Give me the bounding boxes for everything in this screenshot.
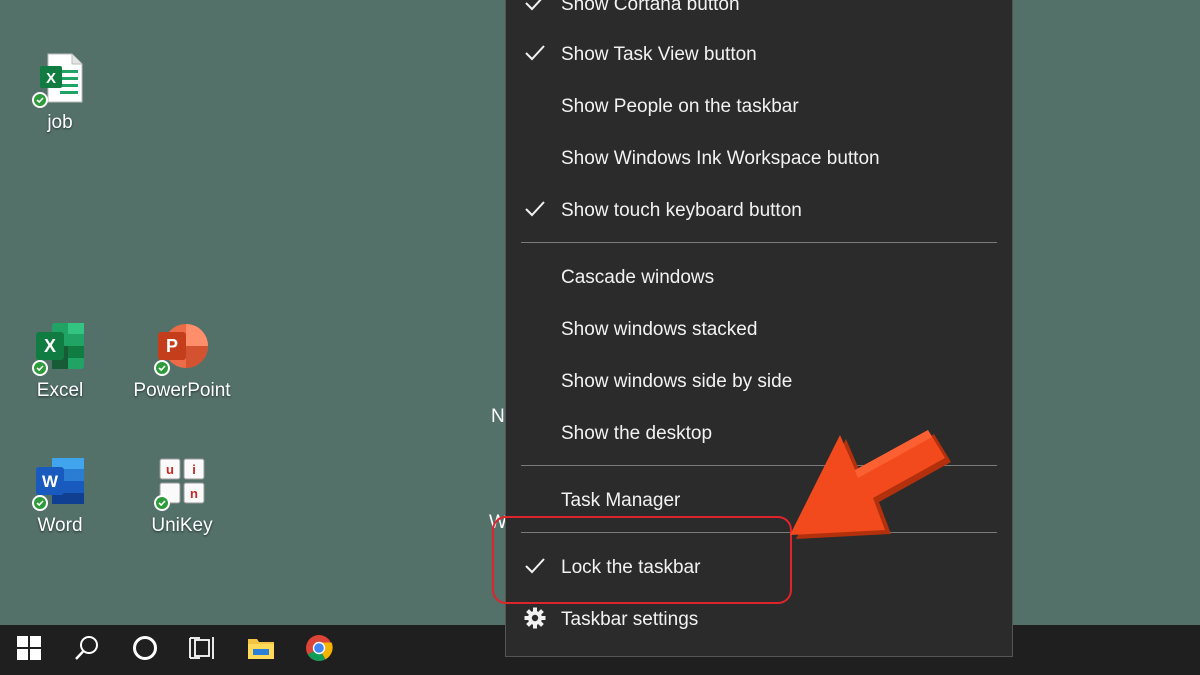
- menu-item-label: Show the desktop: [561, 423, 713, 444]
- menu-item-show-touch-keyboard[interactable]: Show touch keyboard button: [506, 187, 1012, 235]
- menu-item-label: Cascade windows: [561, 267, 715, 288]
- file-explorer-button[interactable]: [232, 625, 290, 675]
- menu-separator: [521, 242, 997, 243]
- desktop-icon-powerpoint[interactable]: P PowerPoint: [127, 320, 237, 402]
- menu-item-label: Taskbar settings: [561, 609, 699, 630]
- menu-item-label: Show People on the taskbar: [561, 96, 799, 117]
- desktop-icon-unikey[interactable]: u i n UniKey: [127, 455, 237, 537]
- menu-item-show-ink-workspace[interactable]: Show Windows Ink Workspace button: [506, 135, 1012, 183]
- svg-text:i: i: [192, 462, 196, 477]
- svg-text:X: X: [46, 70, 56, 87]
- menu-item-label: Show touch keyboard button: [561, 200, 802, 221]
- excel-file-icon: X: [32, 52, 86, 108]
- svg-text:W: W: [42, 472, 59, 491]
- menu-item-show-cortana[interactable]: Show Cortana button: [506, 0, 1012, 29]
- cortana-button[interactable]: [116, 625, 174, 675]
- svg-text:X: X: [44, 336, 56, 356]
- desktop-icon-label: Excel: [36, 380, 84, 401]
- sync-check-icon: [32, 495, 48, 511]
- task-view-button[interactable]: [174, 625, 232, 675]
- desktop-icon-job[interactable]: X job: [5, 52, 115, 134]
- menu-item-label: Show Cortana button: [561, 0, 740, 15]
- gear-icon: [524, 607, 546, 634]
- menu-item-label: Show Windows Ink Workspace button: [561, 148, 880, 169]
- menu-item-label: Show windows stacked: [561, 319, 758, 340]
- menu-item-cascade-windows[interactable]: Cascade windows: [506, 254, 1012, 302]
- file-explorer-icon: [247, 635, 275, 666]
- desktop-icon-word[interactable]: W Word: [5, 455, 115, 537]
- svg-text:u: u: [166, 462, 174, 477]
- cortana-icon: [131, 634, 159, 667]
- svg-text:P: P: [166, 336, 178, 356]
- desktop-icon-label: Word: [37, 515, 83, 536]
- menu-item-label: Task Manager: [561, 490, 681, 511]
- pointer-arrow-icon: [780, 420, 970, 550]
- svg-text:n: n: [190, 486, 198, 501]
- menu-item-show-windows-stacked[interactable]: Show windows stacked: [506, 306, 1012, 354]
- menu-item-show-windows-side-by-side[interactable]: Show windows side by side: [506, 358, 1012, 406]
- highlight-box: [492, 516, 792, 604]
- checkmark-icon: [524, 0, 546, 17]
- desktop-icon-label: job: [47, 112, 73, 133]
- desktop-icon-label: PowerPoint: [133, 380, 231, 401]
- desktop-icon-excel[interactable]: X Excel: [5, 320, 115, 402]
- word-app-icon: W: [32, 455, 86, 511]
- chrome-icon: [305, 634, 333, 667]
- sync-check-icon: [32, 92, 48, 108]
- sync-check-icon: [32, 360, 48, 376]
- task-view-icon: [188, 634, 218, 667]
- search-icon: [73, 634, 101, 667]
- search-button[interactable]: [58, 625, 116, 675]
- sync-check-icon: [154, 360, 170, 376]
- checkmark-icon: [524, 44, 546, 67]
- powerpoint-app-icon: P: [154, 320, 208, 376]
- start-button[interactable]: [0, 625, 58, 675]
- menu-item-show-task-view[interactable]: Show Task View button: [506, 31, 1012, 79]
- menu-item-label: Show windows side by side: [561, 371, 793, 392]
- desktop-icon-label: UniKey: [151, 515, 213, 536]
- windows-start-icon: [17, 635, 41, 665]
- unikey-app-icon: u i n: [154, 455, 208, 511]
- sync-check-icon: [154, 495, 170, 511]
- menu-item-label: Show Task View button: [561, 44, 757, 65]
- hidden-icon-label: N: [491, 406, 505, 427]
- excel-app-icon: X: [32, 320, 86, 376]
- chrome-button[interactable]: [290, 625, 348, 675]
- checkmark-icon: [524, 200, 546, 223]
- menu-item-show-people[interactable]: Show People on the taskbar: [506, 83, 1012, 131]
